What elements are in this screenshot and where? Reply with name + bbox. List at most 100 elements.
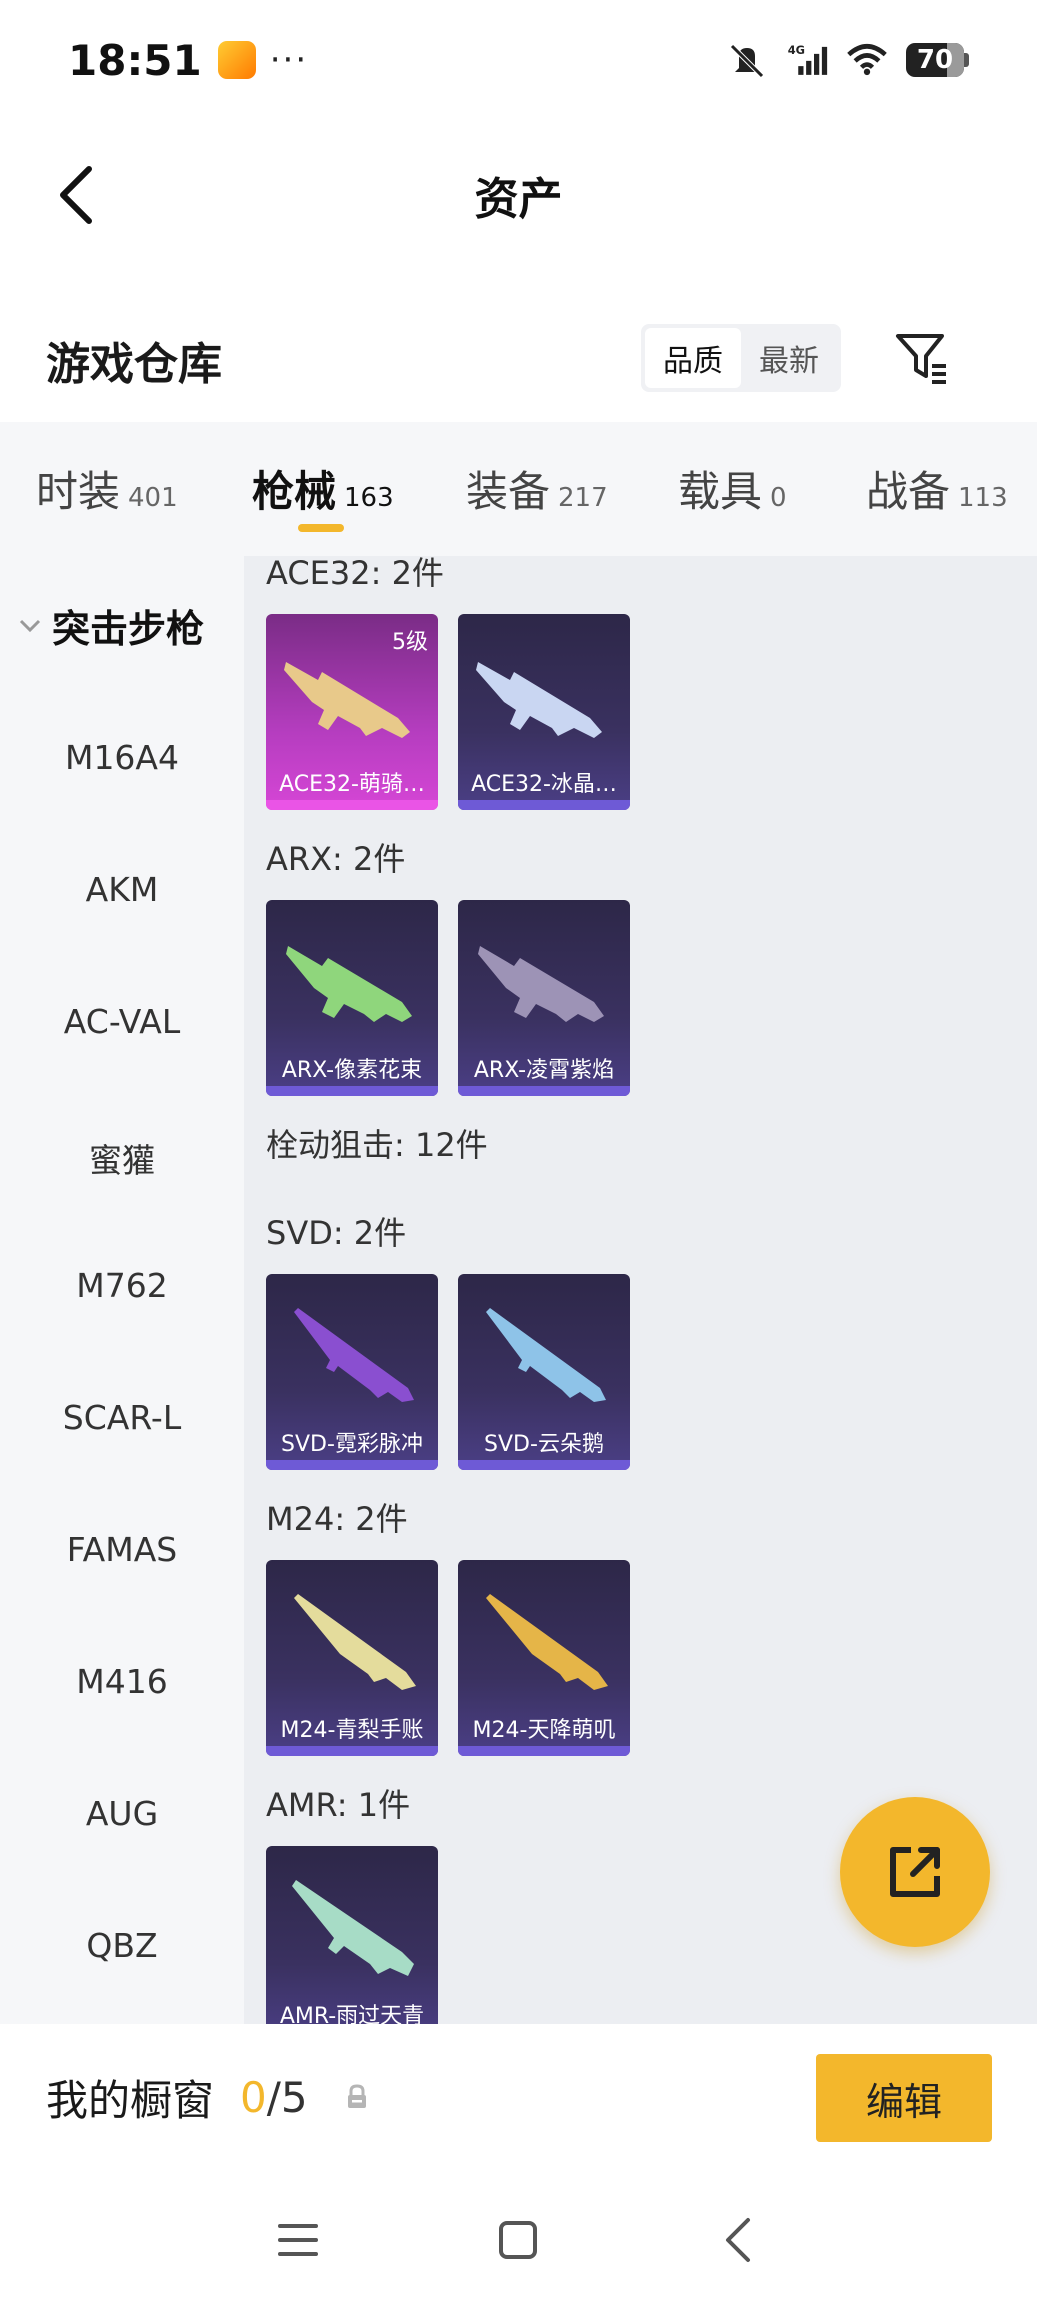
home-nav-button[interactable]	[478, 2200, 558, 2280]
rarity-bar	[458, 800, 630, 810]
sidebar-item-ac-val[interactable]: AC-VAL	[0, 1002, 244, 1041]
sniper-rifle-icon	[292, 1880, 414, 1976]
battery-level: 70	[916, 45, 954, 75]
section-m24: M24: 2件	[266, 1500, 408, 1538]
app-notification-icon	[217, 41, 256, 79]
tab-firearms[interactable]: 枪械 163	[252, 458, 394, 519]
tab-battle-gear[interactable]: 战备 113	[866, 458, 1008, 519]
tab-label: 载具	[678, 467, 763, 516]
sort-by-latest[interactable]: 最新	[741, 328, 837, 388]
sidebar-item-akm[interactable]: AKM	[0, 870, 244, 909]
my-showcase-bar: 我的橱窗 0/5 编辑	[0, 2024, 1037, 2170]
card-name: ACE32-萌骑…	[279, 772, 425, 797]
section-bolt-action-sniper: 栓动狙击: 12件	[266, 1126, 488, 1164]
tab-vehicles[interactable]: 载具 0	[678, 458, 787, 519]
active-tab-indicator	[298, 524, 344, 532]
weapon-card[interactable]: M24-天降萌叽	[458, 1560, 630, 1756]
card-name: ARX-像素花束	[281, 1058, 423, 1083]
card-name: M24-天降萌叽	[472, 1718, 616, 1743]
network-type-label: 4G	[788, 43, 805, 57]
sidebar-group-label: 突击步枪	[52, 607, 205, 651]
status-time: 18:51	[68, 35, 202, 85]
filter-button[interactable]	[890, 326, 954, 390]
weapon-card[interactable]: ACE32-冰晶…	[458, 614, 630, 810]
card-name: ARX-凌霄紫焰	[473, 1058, 615, 1083]
section-ace32: ACE32: 2件	[266, 556, 444, 592]
wifi-icon	[846, 42, 888, 78]
sidebar-item-m16a4[interactable]: M16A4	[0, 738, 244, 777]
card-name: AMR-雨过天青	[279, 2004, 425, 2024]
section-arx: ARX: 2件	[266, 840, 406, 878]
showcase-separator: /	[266, 2072, 281, 2122]
menu-nav-button[interactable]	[258, 2200, 338, 2280]
battery-icon: 70	[906, 43, 969, 77]
warehouse-title: 游戏仓库	[46, 339, 222, 390]
showcase-current-count: 0	[240, 2072, 267, 2122]
chevron-left-icon	[726, 2218, 750, 2262]
section-svd: SVD: 2件	[266, 1214, 407, 1252]
sniper-rifle-icon	[486, 1308, 606, 1402]
rarity-bar	[266, 800, 438, 810]
showcase-total-count: 5	[280, 2072, 308, 2122]
sniper-rifle-icon	[294, 1594, 416, 1690]
weapon-card[interactable]: SVD-云朵鹅	[458, 1274, 630, 1470]
tab-equipment[interactable]: 装备 217	[466, 458, 608, 519]
tab-label: 枪械	[252, 467, 337, 516]
sidebar-group-assault-rifles[interactable]: 突击步枪	[18, 598, 204, 653]
weapon-card[interactable]: ARX-像素花束	[266, 900, 438, 1096]
tab-label: 战备	[866, 467, 951, 516]
weapon-type-sidebar: 突击步枪 M16A4 AKM AC-VAL 蜜獾 M762 SCAR-L FAM…	[0, 556, 244, 2024]
share-icon	[890, 1847, 940, 1897]
menu-icon	[278, 2224, 318, 2256]
system-navigation-bar	[0, 2170, 1037, 2305]
rarity-bar	[458, 1086, 630, 1096]
sort-by-quality[interactable]: 品质	[645, 328, 741, 388]
chevron-down-icon	[19, 619, 41, 632]
sidebar-item-aug[interactable]: AUG	[0, 1794, 244, 1833]
warehouse-header: 游戏仓库 品质 最新	[0, 300, 1037, 420]
tab-label: 装备	[466, 467, 551, 516]
sidebar-item-qbz[interactable]: QBZ	[0, 1926, 244, 1965]
rarity-bar	[266, 1460, 438, 1470]
weapon-card[interactable]: SVD-霓彩脉冲	[266, 1274, 438, 1470]
rarity-bar	[266, 1086, 438, 1096]
tab-count: 401	[128, 483, 178, 513]
weapon-card[interactable]: AMR-雨过天青	[266, 1846, 438, 2024]
rifle-icon	[476, 662, 602, 738]
weapon-card[interactable]: ARX-凌霄紫焰	[458, 900, 630, 1096]
page-header: 资产	[0, 120, 1037, 270]
filter-icon	[896, 334, 946, 384]
tab-label: 时装	[36, 467, 121, 516]
weapon-card[interactable]: M24-青梨手账	[266, 1560, 438, 1756]
card-name: SVD-霓彩脉冲	[281, 1432, 423, 1457]
tab-count: 163	[344, 483, 394, 513]
weapon-card[interactable]: 5级 ACE32-萌骑…	[266, 614, 438, 810]
back-button[interactable]	[40, 160, 110, 230]
category-tabs: 时装 401 枪械 163 装备 217 载具 0 战备 113	[0, 422, 1037, 556]
sidebar-item-scar-l[interactable]: SCAR-L	[0, 1398, 244, 1437]
home-square-icon	[499, 2221, 537, 2259]
edit-button[interactable]: 编辑	[816, 2054, 992, 2142]
tab-fashion[interactable]: 时装 401	[36, 458, 178, 519]
card-grade-badge: 5级	[392, 630, 428, 655]
tab-count: 113	[958, 483, 1008, 513]
card-name: SVD-云朵鹅	[484, 1432, 604, 1457]
showcase-title: 我的橱窗	[46, 2075, 215, 2125]
status-bar: 18:51 ··· 4G 70	[0, 0, 1037, 120]
chevron-left-icon	[60, 166, 92, 224]
card-name: ACE32-冰晶…	[471, 772, 617, 797]
rarity-bar	[458, 1746, 630, 1756]
cellular-signal-icon: 4G	[786, 42, 828, 78]
sniper-rifle-icon	[486, 1594, 608, 1690]
showcase-count: 0/5	[240, 2073, 308, 2122]
sidebar-item-famas[interactable]: FAMAS	[0, 1530, 244, 1569]
section-amr: AMR: 1件	[266, 1786, 411, 1824]
sidebar-item-honey-badger[interactable]: 蜜獾	[0, 1134, 244, 1182]
sidebar-item-m762[interactable]: M762	[0, 1266, 244, 1305]
rifle-icon	[478, 946, 604, 1022]
share-button[interactable]	[840, 1797, 990, 1947]
rarity-bar	[458, 1460, 630, 1470]
rarity-bar	[266, 1746, 438, 1756]
back-nav-button[interactable]	[698, 2200, 778, 2280]
sidebar-item-m416[interactable]: M416	[0, 1662, 244, 1701]
